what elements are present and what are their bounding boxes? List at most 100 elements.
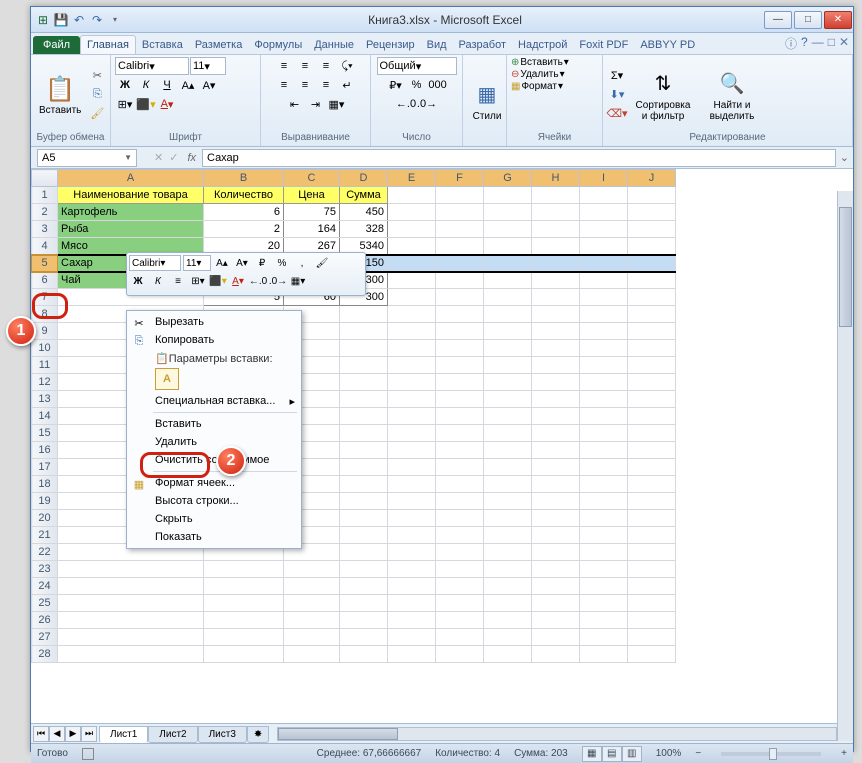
cell-header-price[interactable]: Цена bbox=[284, 187, 340, 204]
doc-minimize-icon[interactable]: — bbox=[812, 35, 824, 52]
sheet-nav-last-icon[interactable]: ⏭ bbox=[81, 726, 97, 742]
tab-foxit[interactable]: Foxit PDF bbox=[573, 36, 634, 54]
name-box[interactable]: A5▼ bbox=[37, 149, 137, 167]
help-icon[interactable]: ? bbox=[801, 35, 808, 52]
increase-indent-icon[interactable]: ⇥ bbox=[306, 95, 326, 113]
autosum-icon[interactable]: Σ▾ bbox=[607, 67, 627, 85]
sheet-nav-next-icon[interactable]: ▶ bbox=[65, 726, 81, 742]
col-header-b[interactable]: B bbox=[204, 170, 284, 187]
number-format-combo[interactable]: Общий ▾ bbox=[377, 57, 457, 75]
menu-delete[interactable]: Удалить bbox=[127, 433, 301, 451]
col-header-e[interactable]: E bbox=[388, 170, 436, 187]
view-pagebreak-icon[interactable]: ▥ bbox=[622, 746, 642, 762]
font-name-combo[interactable]: Calibri ▾ bbox=[115, 57, 189, 75]
row-24[interactable]: 24 bbox=[32, 578, 676, 595]
mini-fill-icon[interactable]: ⬛▾ bbox=[209, 273, 227, 289]
mini-format-painter-icon[interactable]: 🖌 bbox=[313, 255, 331, 271]
maximize-button[interactable]: □ bbox=[794, 11, 822, 29]
doc-restore-icon[interactable]: □ bbox=[828, 35, 835, 52]
mini-dec-decimal-icon[interactable]: .0→ bbox=[269, 273, 287, 289]
tab-view[interactable]: Вид bbox=[421, 36, 453, 54]
styles-button[interactable]: ▦ Стили bbox=[467, 77, 507, 124]
row-23[interactable]: 23 bbox=[32, 561, 676, 578]
border-icon[interactable]: ⊞▾ bbox=[115, 95, 135, 113]
paste-option-values[interactable]: A bbox=[155, 368, 179, 390]
mini-grow-font-icon[interactable]: A▴ bbox=[213, 255, 231, 271]
mini-merge-icon[interactable]: ▦▾ bbox=[289, 273, 307, 289]
horizontal-scrollbar[interactable] bbox=[277, 727, 837, 741]
row-1[interactable]: 1 Наименование товара Количество Цена Су… bbox=[32, 187, 676, 204]
sheet-tab-1[interactable]: Лист1 bbox=[99, 726, 148, 743]
merge-icon[interactable]: ▦▾ bbox=[327, 95, 347, 113]
zoom-slider[interactable] bbox=[721, 752, 821, 756]
view-layout-icon[interactable]: ▤ bbox=[602, 746, 622, 762]
menu-paste-special[interactable]: Специальная вставка...▸ bbox=[127, 392, 301, 410]
format-painter-icon[interactable]: 🖌 bbox=[87, 105, 107, 123]
view-normal-icon[interactable]: ▦ bbox=[582, 746, 602, 762]
mini-size-combo[interactable]: 11▾ bbox=[183, 255, 211, 271]
fill-color-icon[interactable]: ⬛▾ bbox=[136, 95, 156, 113]
decrease-decimal-icon[interactable]: .0→ bbox=[417, 95, 437, 113]
file-tab[interactable]: Файл bbox=[33, 36, 80, 54]
expand-formula-icon[interactable]: ⌄ bbox=[836, 151, 853, 164]
tab-developer[interactable]: Разработ bbox=[453, 36, 512, 54]
menu-row-height[interactable]: Высота строки... bbox=[127, 492, 301, 510]
cells-delete-button[interactable]: ⊖ Удалить ▾ bbox=[511, 69, 565, 80]
fx-icon[interactable]: fx bbox=[181, 152, 202, 164]
sort-filter-button[interactable]: ⇅ Сортировка и фильтр bbox=[629, 66, 697, 124]
row-27[interactable]: 27 bbox=[32, 629, 676, 646]
col-header-a[interactable]: A bbox=[58, 170, 204, 187]
tab-insert[interactable]: Вставка bbox=[136, 36, 189, 54]
sheet-tab-2[interactable]: Лист2 bbox=[148, 726, 197, 743]
select-all-corner[interactable] bbox=[32, 170, 58, 187]
tab-data[interactable]: Данные bbox=[308, 36, 360, 54]
enter-formula-icon[interactable]: ✓ bbox=[166, 151, 181, 164]
percent-icon[interactable]: % bbox=[407, 76, 427, 94]
align-right-icon[interactable]: ≡ bbox=[316, 76, 336, 94]
copy-icon[interactable]: ⎘ bbox=[87, 86, 107, 104]
undo-icon[interactable]: ↶ bbox=[71, 12, 87, 28]
sheet-tab-3[interactable]: Лист3 bbox=[198, 726, 247, 743]
zoom-in-icon[interactable]: + bbox=[841, 748, 847, 759]
row-26[interactable]: 26 bbox=[32, 612, 676, 629]
italic-icon[interactable]: К bbox=[136, 76, 156, 94]
decrease-indent-icon[interactable]: ⇤ bbox=[285, 95, 305, 113]
save-icon[interactable]: 💾 bbox=[53, 12, 69, 28]
menu-copy[interactable]: ⎘Копировать bbox=[127, 331, 301, 349]
cut-icon[interactable]: ✂ bbox=[87, 67, 107, 85]
menu-show[interactable]: Показать bbox=[127, 528, 301, 546]
ribbon-minimize-icon[interactable]: ⓘ bbox=[785, 35, 797, 52]
tab-formulas[interactable]: Формулы bbox=[248, 36, 308, 54]
font-size-combo[interactable]: 11 ▾ bbox=[190, 57, 226, 75]
tab-addins[interactable]: Надстрой bbox=[512, 36, 573, 54]
paste-button[interactable]: 📋 Вставить bbox=[35, 71, 85, 118]
font-color-icon[interactable]: A▾ bbox=[157, 95, 177, 113]
mini-comma-icon[interactable]: , bbox=[293, 255, 311, 271]
mini-shrink-font-icon[interactable]: A▾ bbox=[233, 255, 251, 271]
bold-icon[interactable]: Ж bbox=[115, 76, 135, 94]
underline-icon[interactable]: Ч bbox=[157, 76, 177, 94]
increase-decimal-icon[interactable]: ←.0 bbox=[396, 95, 416, 113]
grow-font-icon[interactable]: A▴ bbox=[178, 76, 198, 94]
cancel-formula-icon[interactable]: ✕ bbox=[151, 151, 166, 164]
menu-insert[interactable]: Вставить bbox=[127, 415, 301, 433]
row-28[interactable]: 28 bbox=[32, 646, 676, 663]
mini-fontcolor-icon[interactable]: A▾ bbox=[229, 273, 247, 289]
currency-icon[interactable]: ₽▾ bbox=[386, 76, 406, 94]
zoom-out-icon[interactable]: − bbox=[695, 748, 701, 759]
mini-bold-icon[interactable]: Ж bbox=[129, 273, 147, 289]
align-top-icon[interactable]: ≡ bbox=[274, 57, 294, 75]
col-header-g[interactable]: G bbox=[484, 170, 532, 187]
col-header-j[interactable]: J bbox=[628, 170, 676, 187]
cell-header-sum[interactable]: Сумма bbox=[340, 187, 388, 204]
cell-header-name[interactable]: Наименование товара bbox=[58, 187, 204, 204]
qat-more-icon[interactable]: ▾ bbox=[107, 12, 123, 28]
mini-currency-icon[interactable]: ₽ bbox=[253, 255, 271, 271]
tab-abbyy[interactable]: ABBYY PD bbox=[634, 36, 701, 54]
sheet-nav-prev-icon[interactable]: ◀ bbox=[49, 726, 65, 742]
zoom-level[interactable]: 100% bbox=[656, 748, 682, 759]
mini-border-icon[interactable]: ⊞▾ bbox=[189, 273, 207, 289]
comma-icon[interactable]: 000 bbox=[428, 76, 448, 94]
align-middle-icon[interactable]: ≡ bbox=[295, 57, 315, 75]
sheet-nav-first-icon[interactable]: ⏮ bbox=[33, 726, 49, 742]
